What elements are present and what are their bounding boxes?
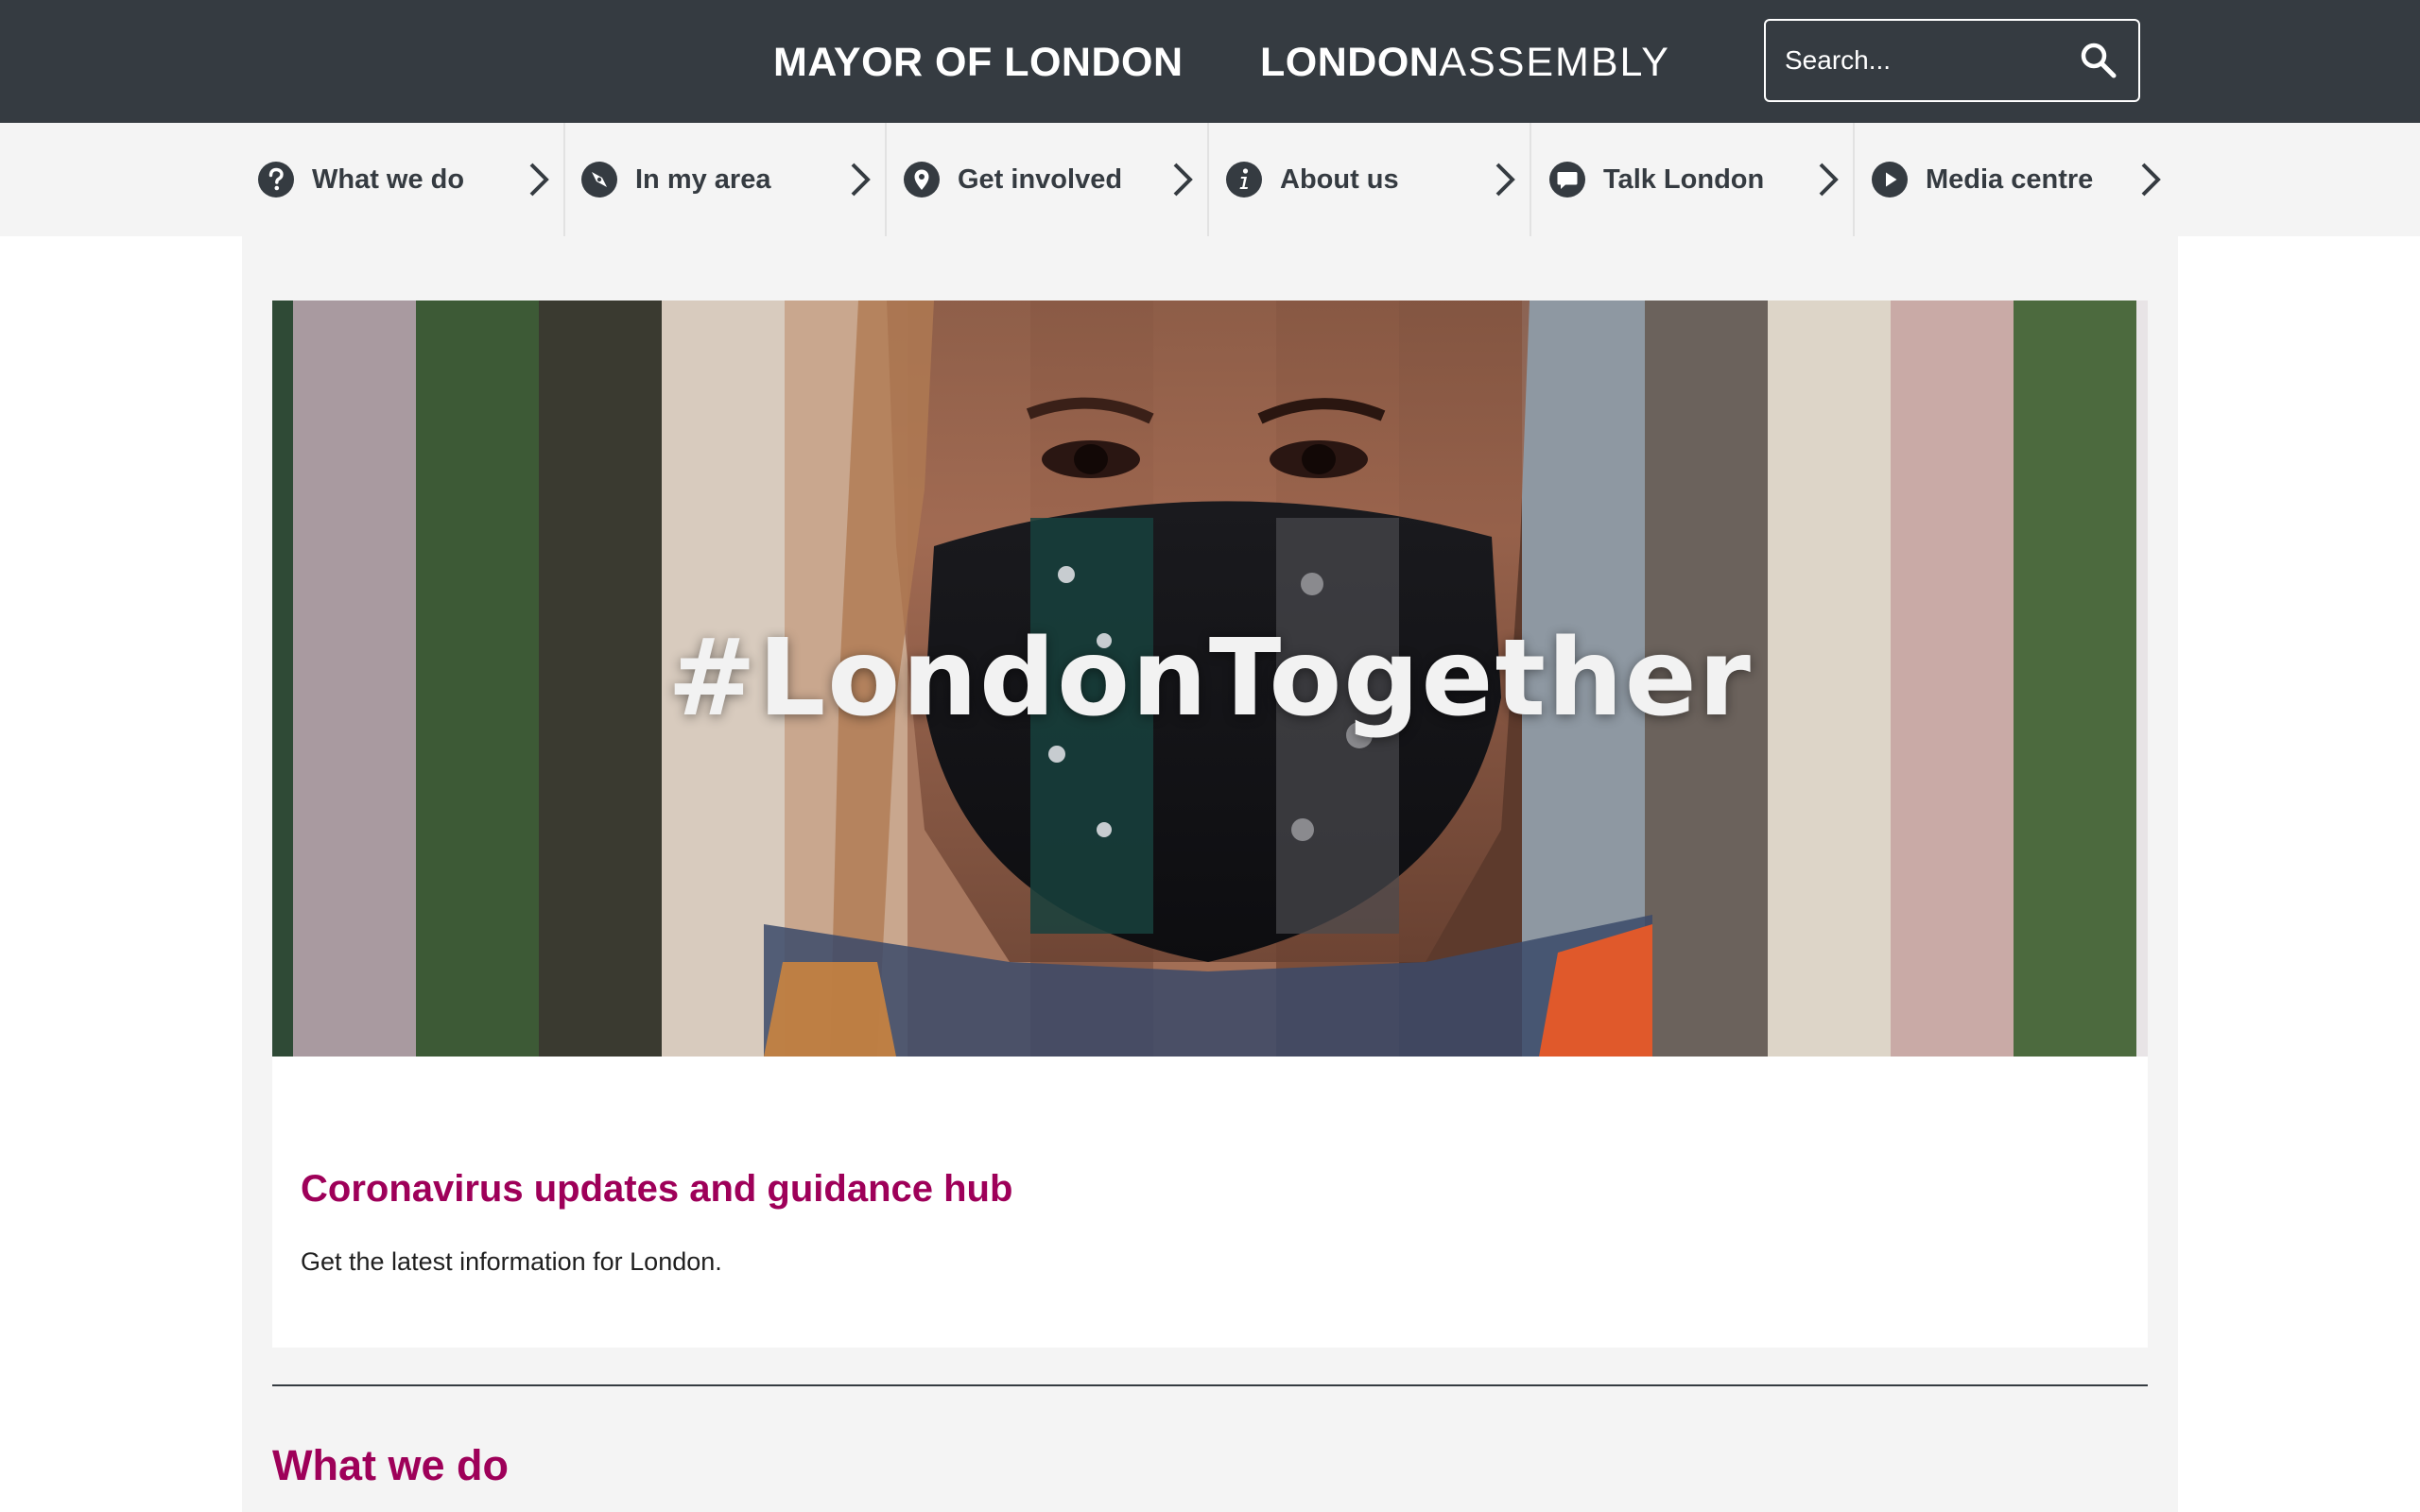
assembly-logo-bold: LONDON bbox=[1260, 40, 1440, 85]
search-icon bbox=[2081, 43, 2117, 78]
nav-divider bbox=[1530, 123, 1531, 236]
nav-divider bbox=[563, 123, 565, 236]
nav-item-in-my-area[interactable]: In my area bbox=[580, 123, 885, 236]
chevron-right-icon bbox=[1495, 163, 1515, 197]
section-divider bbox=[272, 1384, 2148, 1386]
map-pin-icon bbox=[904, 162, 940, 198]
nav-divider bbox=[1853, 123, 1855, 236]
nav-divider bbox=[1207, 123, 1209, 236]
search-button[interactable] bbox=[2080, 42, 2118, 79]
chevron-right-icon bbox=[2141, 163, 2161, 197]
chevron-right-icon bbox=[1819, 163, 1839, 197]
nav-item-label: Talk London bbox=[1603, 163, 1765, 195]
compass-icon bbox=[581, 162, 617, 198]
speech-bubble-icon bbox=[1549, 162, 1585, 198]
promo-title[interactable]: Coronavirus updates and guidance hub bbox=[301, 1168, 1012, 1211]
nav-item-label: Get involved bbox=[958, 163, 1123, 195]
site-header: MAYOR OF LONDON LONDONASSEMBLY bbox=[0, 0, 2420, 123]
hero-image: #LondonTogether bbox=[272, 301, 2148, 1057]
mayor-of-london-logo[interactable]: MAYOR OF LONDON bbox=[773, 36, 1184, 89]
page-gutter-left bbox=[0, 236, 242, 1512]
nav-item-talk-london[interactable]: Talk London bbox=[1548, 123, 1853, 236]
question-circle-icon bbox=[258, 162, 294, 198]
chevron-right-icon bbox=[529, 163, 549, 197]
nav-item-label: Media centre bbox=[1926, 163, 2094, 195]
hero-caption: #LondonTogether bbox=[667, 617, 1753, 740]
play-circle-icon bbox=[1872, 162, 1908, 198]
nav-item-get-involved[interactable]: Get involved bbox=[903, 123, 1207, 236]
nav-divider bbox=[885, 123, 887, 236]
promo-description: Get the latest information for London. bbox=[301, 1247, 722, 1276]
nav-item-about-us[interactable]: About us bbox=[1225, 123, 1530, 236]
assembly-logo-light: ASSEMBLY bbox=[1439, 40, 1670, 85]
search-box bbox=[1764, 19, 2140, 102]
info-circle-icon bbox=[1226, 162, 1262, 198]
nav-item-media-centre[interactable]: Media centre bbox=[1871, 123, 2175, 236]
nav-item-label: In my area bbox=[635, 163, 771, 195]
nav-item-label: About us bbox=[1280, 163, 1399, 195]
london-assembly-logo[interactable]: LONDONASSEMBLY bbox=[1260, 36, 1670, 89]
nav-item-what-we-do[interactable]: What we do bbox=[257, 123, 563, 236]
chevron-right-icon bbox=[1173, 163, 1193, 197]
search-input[interactable] bbox=[1785, 21, 2068, 100]
section-title-what-we-do: What we do bbox=[272, 1441, 509, 1489]
nav-item-label: What we do bbox=[312, 163, 465, 195]
page-gutter-right bbox=[2178, 236, 2420, 1512]
main-navigation: What we do In my area Get involved About… bbox=[0, 123, 2420, 236]
chevron-right-icon bbox=[851, 163, 871, 197]
coronavirus-promo-card[interactable]: #LondonTogether Coronavirus updates and … bbox=[272, 301, 2148, 1348]
